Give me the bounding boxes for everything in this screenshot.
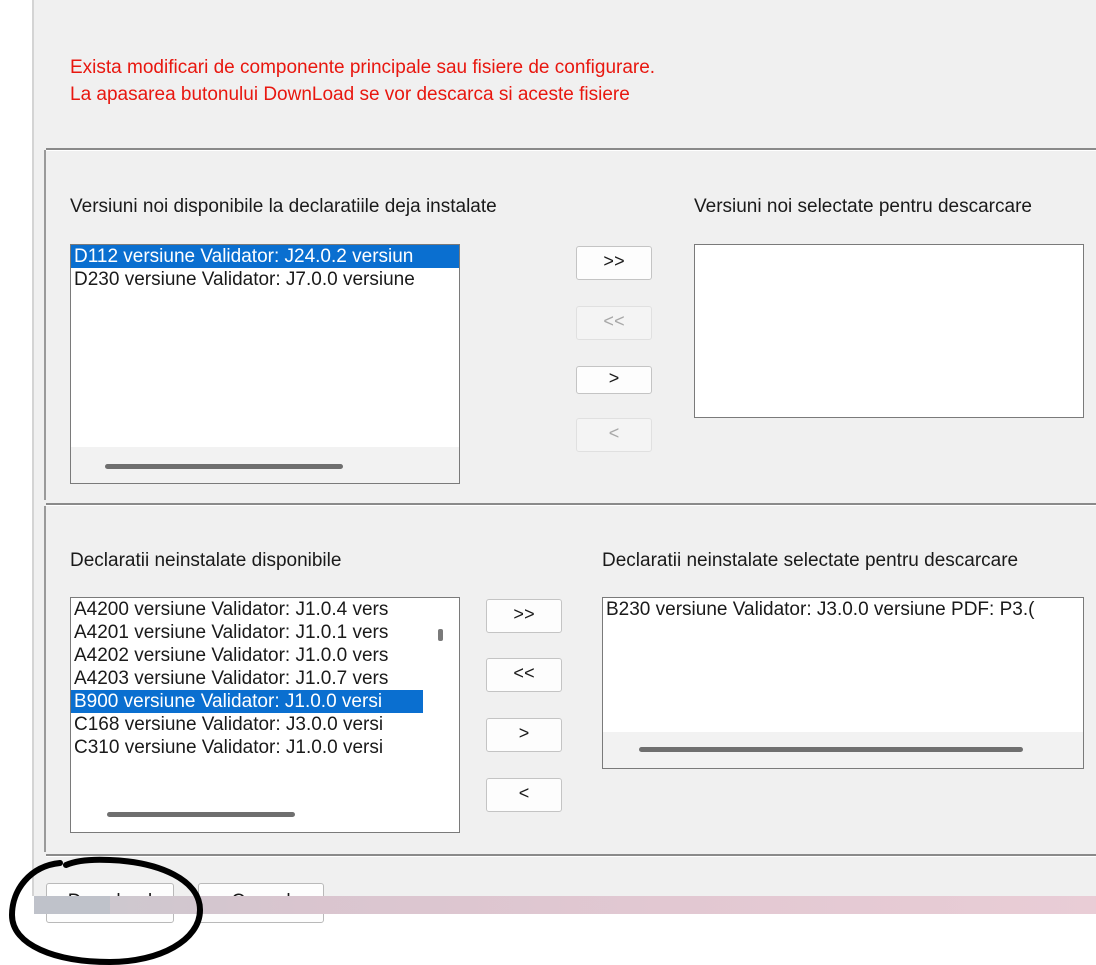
hand-drawn-circle (8, 856, 204, 965)
